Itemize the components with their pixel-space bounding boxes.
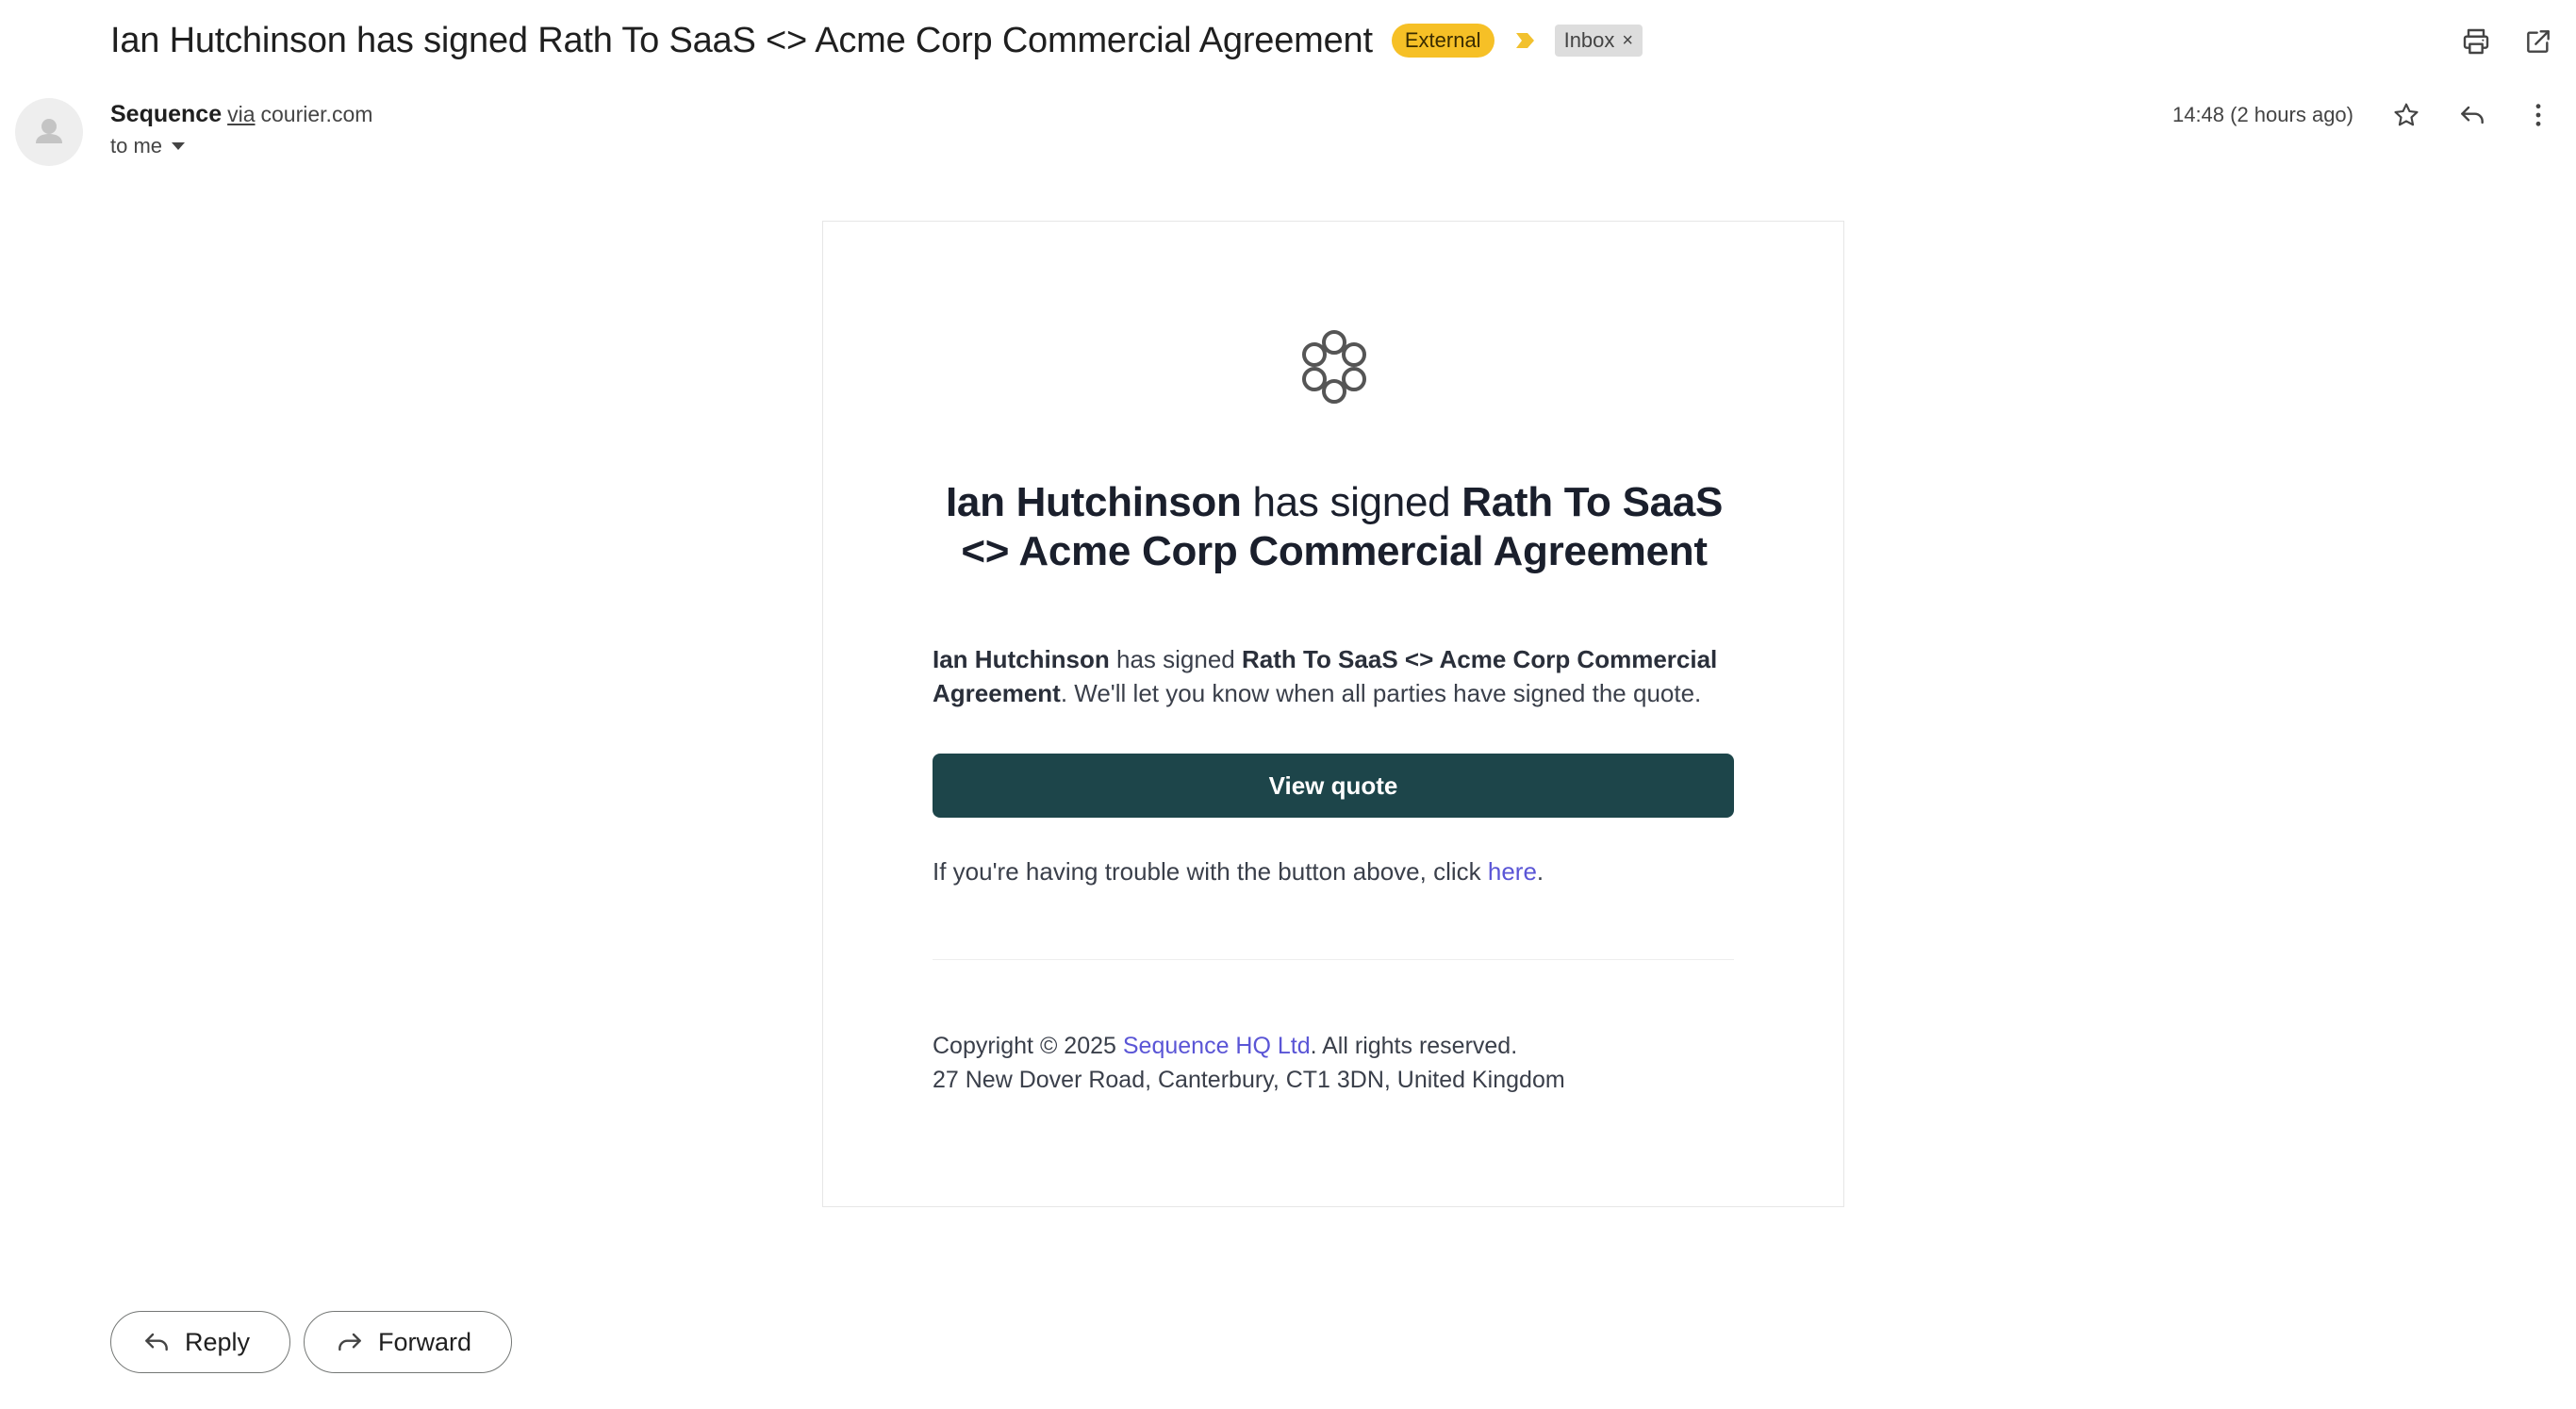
recipient-details-toggle[interactable]: to me [110, 134, 372, 158]
person-icon [36, 119, 62, 143]
fallback-suffix: . [1536, 857, 1544, 886]
bottom-actions: Reply Forward [110, 1311, 513, 1373]
avatar[interactable] [15, 98, 83, 166]
headline-signer: Ian Hutchinson [945, 479, 1242, 525]
inbox-label[interactable]: Inbox × [1554, 25, 1643, 57]
printer-icon [2463, 28, 2489, 55]
body-rest: . We'll let you know when all parties ha… [1060, 679, 1702, 707]
here-link[interactable]: here [1488, 857, 1537, 886]
fallback-link-text: If you're having trouble with the button… [933, 857, 1544, 887]
email-headline: Ian Hutchinson has signed Rath To SaaS <… [927, 478, 1742, 576]
body-signer: Ian Hutchinson [933, 645, 1110, 673]
print-button[interactable] [2455, 21, 2497, 62]
reply-icon [145, 1333, 168, 1351]
sender-domain: courier.com [260, 102, 373, 126]
view-quote-button[interactable]: View quote [933, 754, 1734, 818]
forward-label: Forward [378, 1327, 472, 1356]
star-icon [2394, 103, 2419, 126]
copyright-line: Copyright © 2025 Sequence HQ Ltd. All ri… [933, 1029, 1565, 1063]
company-link[interactable]: Sequence HQ Ltd [1123, 1033, 1311, 1059]
sender-line: Sequence via courier.com [110, 98, 372, 130]
more-options-button[interactable] [2518, 94, 2559, 136]
sequence-logo-icon [1302, 330, 1366, 404]
sender-block: Sequence via courier.com to me [110, 98, 372, 158]
forward-button[interactable]: Forward [304, 1311, 513, 1373]
inbox-label-text: Inbox [1563, 28, 1615, 52]
reply-icon-button[interactable] [2452, 94, 2493, 136]
forward-icon [339, 1333, 361, 1351]
importance-marker-icon[interactable] [1511, 27, 1538, 54]
reply-label: Reply [185, 1327, 251, 1356]
open-in-new-window-button[interactable] [2518, 21, 2559, 62]
copyright-suffix: . All rights reserved. [1310, 1033, 1518, 1059]
copyright-prefix: Copyright © 2025 [933, 1033, 1123, 1059]
external-label[interactable]: External [1391, 24, 1494, 58]
email-footer: Copyright © 2025 Sequence HQ Ltd. All ri… [933, 1029, 1565, 1097]
remove-label-icon[interactable]: × [1622, 27, 1633, 54]
message-actions: 14:48 (2 hours ago) [2172, 94, 2559, 136]
subject-row: Ian Hutchinson has signed Rath To SaaS <… [110, 13, 1643, 68]
reply-icon [2461, 106, 2484, 124]
sender-name[interactable]: Sequence [110, 101, 222, 127]
open-in-new-icon [2527, 30, 2550, 53]
fallback-prefix: If you're having trouble with the button… [933, 857, 1488, 886]
via-link[interactable]: via [227, 102, 255, 126]
reply-button[interactable]: Reply [110, 1311, 291, 1373]
headline-action: has signed [1241, 479, 1462, 525]
timestamp: 14:48 (2 hours ago) [2171, 103, 2353, 126]
top-actions [2455, 21, 2559, 62]
email-body-card: Ian Hutchinson has signed Rath To SaaS <… [822, 221, 1844, 1207]
email-subject: Ian Hutchinson has signed Rath To SaaS <… [110, 20, 1373, 60]
divider [933, 959, 1734, 960]
body-action: has signed [1109, 645, 1242, 673]
more-vertical-icon [2535, 104, 2541, 126]
recipient-text: to me [110, 134, 163, 157]
chevron-down-icon [172, 142, 186, 150]
company-address: 27 New Dover Road, Canterbury, CT1 3DN, … [933, 1067, 1565, 1093]
email-message: Ian Hutchinson has signed Rath To SaaS <… [933, 642, 1743, 710]
star-button[interactable] [2386, 94, 2427, 136]
